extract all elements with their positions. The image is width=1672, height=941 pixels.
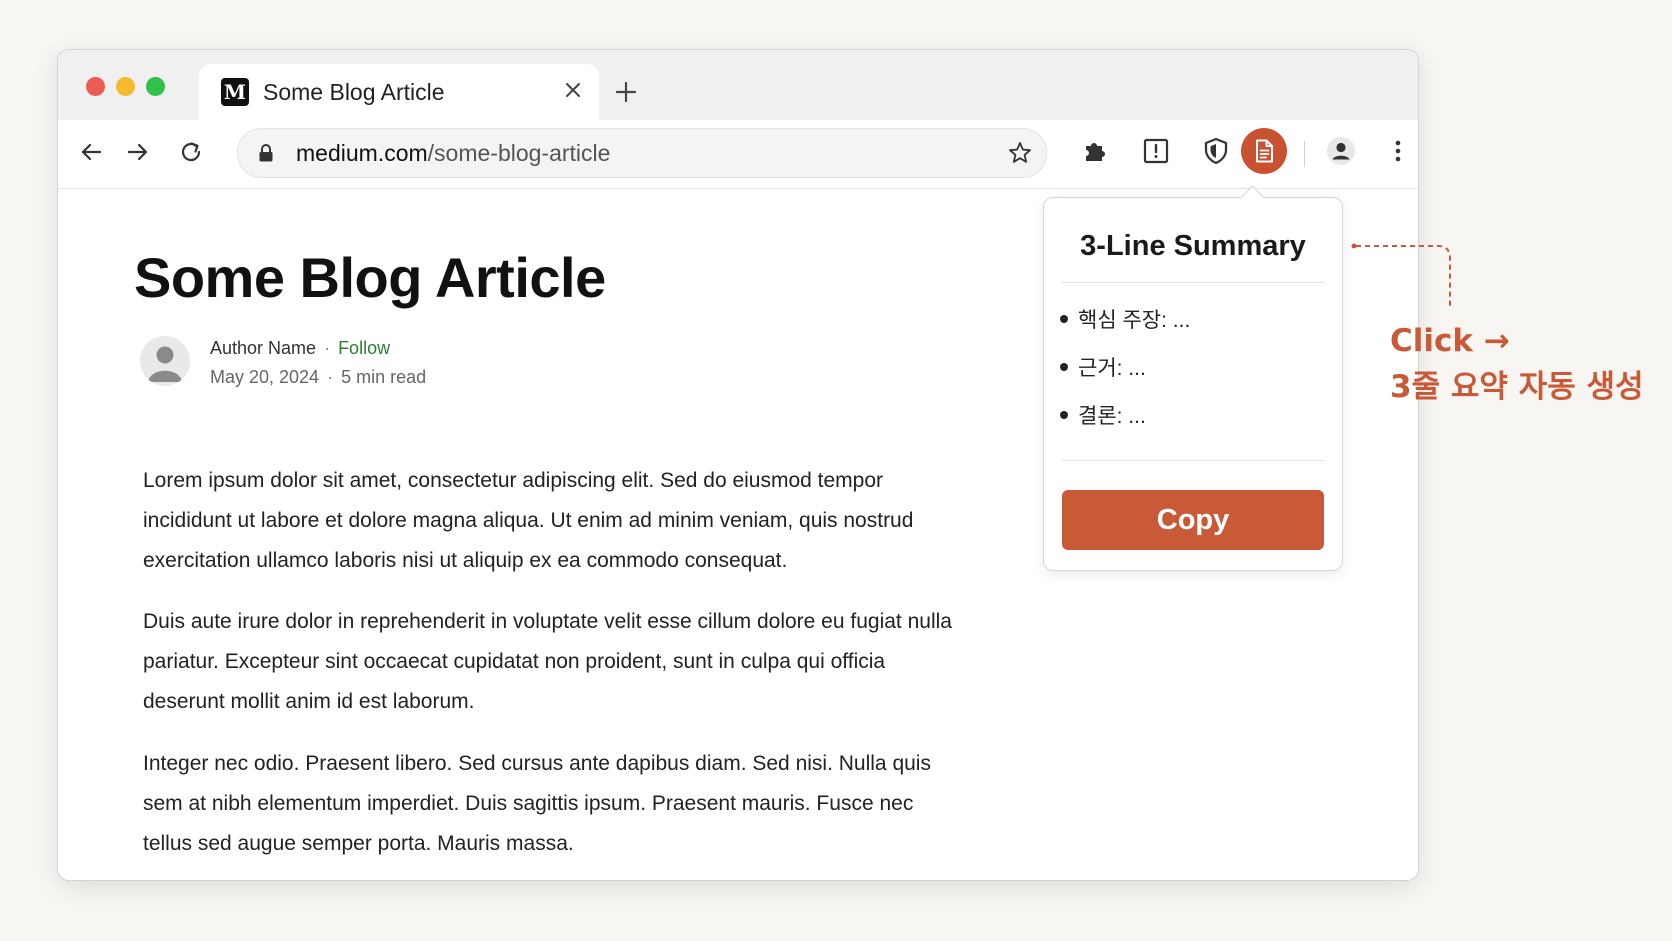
window-close-button[interactable] — [86, 77, 105, 96]
author-name[interactable]: Author Name — [210, 338, 316, 358]
person-icon — [148, 346, 182, 382]
article-paragraph: Integer nec odio. Praesent libero. Sed c… — [143, 752, 931, 855]
address-bar[interactable]: medium.com/some-blog-article — [237, 128, 1047, 178]
popup-divider — [1062, 460, 1324, 461]
close-tab-icon[interactable] — [559, 76, 587, 104]
article-paragraph: Duis aute irure dolor in reprehenderit i… — [143, 610, 952, 713]
reader-mode-icon[interactable] — [1140, 135, 1172, 167]
bookmark-star-icon[interactable] — [1006, 139, 1034, 167]
toolbar-divider — [1304, 141, 1305, 167]
summary-document-icon — [1256, 139, 1273, 163]
callout-line-2: 3줄 요약 자동 생성 — [1390, 369, 1644, 405]
url-domain: medium.com — [296, 140, 428, 166]
more-menu-icon[interactable] — [1382, 135, 1414, 167]
back-icon[interactable] — [76, 137, 106, 167]
shield-icon[interactable] — [1200, 135, 1232, 167]
author-avatar[interactable] — [140, 336, 190, 386]
window-maximize-button[interactable] — [146, 77, 165, 96]
url-path: /some-blog-article — [427, 140, 611, 166]
callout-connector — [1351, 243, 1451, 308]
summary-extension-button[interactable] — [1241, 128, 1287, 174]
lock-icon[interactable] — [254, 141, 278, 165]
medium-favicon-icon: M — [221, 78, 249, 106]
dot-separator: · — [324, 338, 331, 358]
tab-strip: M Some Blog Article — [58, 50, 1418, 120]
author-line: Author Name · Follow — [210, 338, 390, 359]
publish-date: May 20, 2024 — [210, 367, 320, 387]
active-tab[interactable]: M Some Blog Article — [199, 64, 599, 120]
browser-window: M Some Blog Article medium.com/some-blog — [57, 49, 1419, 881]
new-tab-plus-icon[interactable] — [611, 77, 641, 107]
callout-line-1: Click → — [1390, 323, 1510, 359]
popup-divider — [1062, 282, 1324, 283]
callout-annotation: Click → 3줄 요약 자동 생성 — [1390, 318, 1644, 410]
browser-toolbar: medium.com/some-blog-article — [58, 120, 1418, 189]
dot-separator: · — [327, 367, 334, 387]
reload-icon[interactable] — [176, 137, 206, 167]
window-minimize-button[interactable] — [116, 77, 135, 96]
tab-title: Some Blog Article — [263, 79, 445, 105]
summary-bullet: 핵심 주장: ... — [1059, 304, 1190, 334]
profile-icon[interactable] — [1325, 135, 1357, 167]
summary-bullet: 근거: ... — [1060, 352, 1146, 382]
copy-button[interactable]: Copy — [1062, 490, 1324, 550]
summary-popup: 3-Line Summary 핵심 주장: ... 근거: ... 결론: ..… — [1043, 185, 1343, 571]
article-meta: May 20, 2024 · 5 min read — [210, 367, 426, 388]
read-time: 5 min read — [341, 367, 427, 387]
article-paragraph: Lorem ipsum dolor sit amet, consectetur … — [143, 469, 914, 572]
follow-link[interactable]: Follow — [338, 338, 390, 358]
forward-icon[interactable] — [123, 137, 153, 167]
popup-title: 3-Line Summary — [1080, 230, 1306, 262]
summary-bullet: 결론: ... — [1060, 400, 1146, 430]
article-title: Some Blog Article — [134, 246, 606, 309]
puzzle-extensions-icon[interactable] — [1079, 135, 1111, 167]
url-text[interactable]: medium.com/some-blog-article — [296, 140, 610, 167]
